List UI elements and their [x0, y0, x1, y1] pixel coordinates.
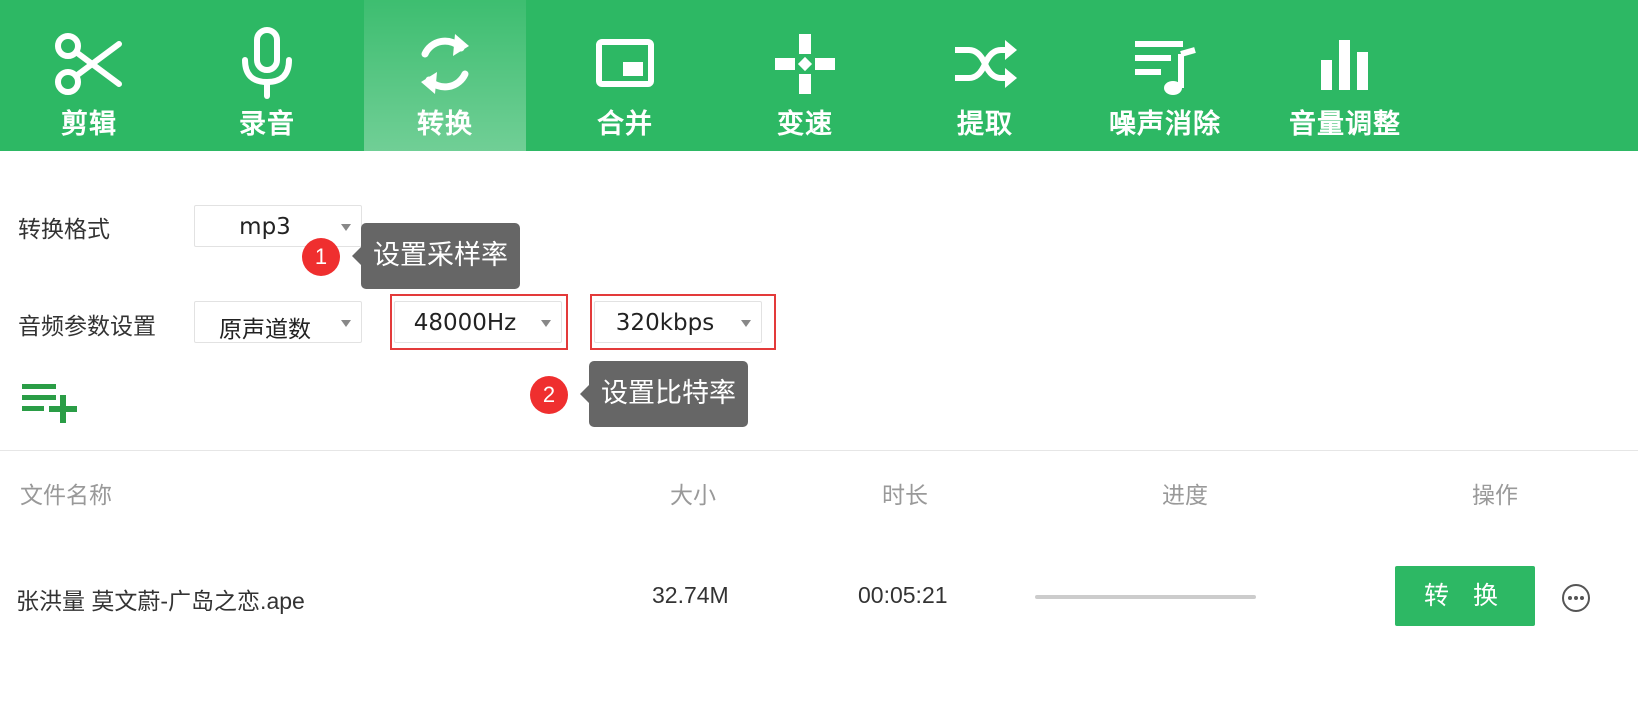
tool-cut[interactable]: 剪辑: [8, 0, 170, 151]
more-options-button[interactable]: [1560, 582, 1592, 614]
tool-record[interactable]: 录音: [186, 0, 348, 151]
file-size: 32.74M: [652, 582, 729, 608]
header-progress: 进度: [1162, 483, 1208, 509]
extract-icon: [947, 26, 1023, 102]
tool-label: 噪声消除: [1109, 109, 1221, 140]
format-select[interactable]: mp3: [194, 205, 362, 247]
bitrate-select[interactable]: 320kbps: [594, 301, 762, 343]
tooltip-bitrate: 设置比特率: [580, 361, 748, 427]
step-badge-1: 1: [302, 238, 340, 276]
noise-removal-icon: [1127, 26, 1203, 102]
chevron-down-icon: [741, 320, 751, 327]
more-icon: [1562, 584, 1590, 612]
scissors-icon: [51, 26, 127, 102]
file-name: 张洪量 莫文蔚-广岛之恋.ape: [16, 588, 305, 614]
header-size: 大小: [670, 483, 716, 509]
progress-bar: [1035, 595, 1256, 599]
sample-rate-value: 48000Hz: [413, 310, 517, 336]
header-actions: 操作: [1472, 483, 1518, 509]
add-list-icon: [22, 384, 77, 423]
tool-label: 录音: [239, 109, 295, 140]
channels-select[interactable]: 原声道数: [194, 301, 362, 343]
tool-merge[interactable]: 合并: [544, 0, 706, 151]
file-duration: 00:05:21: [858, 582, 948, 608]
tool-label: 剪辑: [61, 109, 117, 140]
convert-button[interactable]: 转 换: [1395, 566, 1535, 626]
tool-convert[interactable]: 转换: [364, 0, 526, 151]
tooltip-sample-rate: 设置采样率: [352, 223, 520, 289]
header-file-name: 文件名称: [20, 483, 112, 509]
chevron-down-icon: [341, 320, 351, 327]
format-value: mp3: [239, 214, 291, 240]
convert-icon: [407, 26, 483, 102]
chevron-down-icon: [341, 224, 351, 231]
merge-icon: [587, 26, 663, 102]
tool-extract[interactable]: 提取: [904, 0, 1066, 151]
speed-icon: [767, 26, 843, 102]
step-badge-2: 2: [530, 376, 568, 414]
bitrate-value: 320kbps: [615, 310, 715, 336]
add-files-button[interactable]: [20, 378, 80, 426]
tool-speed[interactable]: 变速: [724, 0, 886, 151]
sample-rate-select[interactable]: 48000Hz: [394, 301, 562, 343]
tool-volume-adjust[interactable]: 音量调整: [1264, 0, 1426, 151]
tool-label: 变速: [777, 109, 833, 140]
tool-label: 提取: [957, 109, 1013, 140]
channels-value: 原声道数: [219, 317, 311, 343]
tool-noise-removal[interactable]: 噪声消除: [1084, 0, 1246, 151]
volume-adjust-icon: [1307, 26, 1383, 102]
main-toolbar: 剪辑 录音 转换 合并 变速 提取 噪声消除 音量调整: [0, 0, 1638, 151]
tool-label: 音量调整: [1289, 109, 1401, 140]
microphone-icon: [229, 26, 305, 102]
table-divider: [0, 450, 1638, 451]
audio-params-label: 音频参数设置: [18, 314, 156, 340]
tool-label: 合并: [597, 109, 653, 140]
tool-label: 转换: [417, 109, 473, 140]
chevron-down-icon: [541, 320, 551, 327]
header-duration: 时长: [882, 483, 928, 509]
format-label: 转换格式: [18, 217, 110, 243]
